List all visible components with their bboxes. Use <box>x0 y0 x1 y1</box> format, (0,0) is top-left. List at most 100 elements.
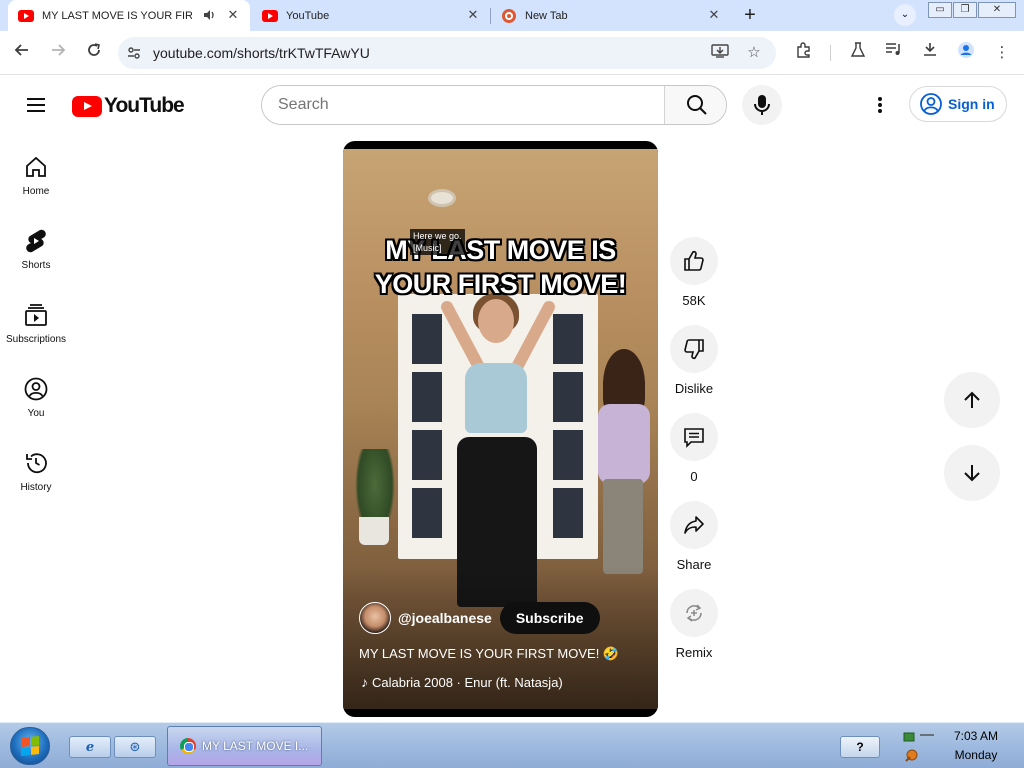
close-tab-icon[interactable]: ✕ <box>466 8 480 22</box>
youtube-logo[interactable]: YouTube <box>72 94 185 118</box>
search-input[interactable] <box>262 86 664 124</box>
close-window-icon[interactable]: ✕ <box>978 2 1016 18</box>
short-video-player[interactable]: MY LAST MOVE IS YOUR FIRST MOVE! Here we… <box>343 141 658 717</box>
tab-youtube[interactable]: YouTube ✕ <box>252 0 490 31</box>
guide-label: Subscriptions <box>5 334 67 345</box>
bookmark-star-icon[interactable]: ☆ <box>744 43 764 63</box>
search-icon <box>686 95 707 115</box>
guide-item-home[interactable]: Home <box>0 150 72 210</box>
settings-more-icon[interactable] <box>868 93 892 117</box>
close-tab-icon[interactable]: ✕ <box>226 8 240 22</box>
like-count: 58K <box>682 293 706 308</box>
tab-search-chevron-icon[interactable]: ⌄ <box>894 4 916 26</box>
sign-in-button[interactable]: Sign in <box>909 86 1007 122</box>
forward-arrow-icon[interactable] <box>46 41 70 65</box>
restore-window-icon[interactable]: ❐ <box>953 2 977 18</box>
music-link[interactable]: ♪ Calabria 2008 · Enur (ft. Natasja) <box>361 674 563 690</box>
comments-button[interactable] <box>670 413 718 461</box>
network-icon[interactable] <box>900 729 940 763</box>
guide-item-subscriptions[interactable]: Subscriptions <box>0 298 72 358</box>
shorts-icon <box>0 228 72 254</box>
channel-avatar[interactable] <box>359 602 391 634</box>
arrow-down-icon <box>964 465 980 482</box>
tab-title: MY LAST MOVE IS YOUR FIRS <box>42 9 192 22</box>
speaker-icon[interactable] <box>202 8 216 25</box>
short-title[interactable]: MY LAST MOVE IS YOUR FIRST MOVE! 🤣 <box>359 646 619 662</box>
dislike-label: Dislike <box>674 381 714 396</box>
guide-label: History <box>20 482 52 493</box>
system-tray <box>900 729 940 763</box>
home-icon <box>0 154 72 180</box>
account-circle-icon <box>920 93 942 115</box>
previous-short-button[interactable] <box>944 372 1000 428</box>
guide-item-history[interactable]: History <box>0 446 72 506</box>
downloads-icon[interactable] <box>918 41 942 65</box>
next-short-button[interactable] <box>944 445 1000 501</box>
remix-action: Remix <box>668 589 720 660</box>
channel-handle[interactable]: @joealbanese <box>398 610 492 626</box>
like-button[interactable] <box>670 237 718 285</box>
dislike-action: Dislike <box>668 325 720 396</box>
profile-icon[interactable] <box>954 41 978 65</box>
remix-label: Remix <box>675 645 713 660</box>
address-bar[interactable]: youtube.com/shorts/trKTwTFAwYU ☆ <box>118 37 776 69</box>
windows-taskbar: e ⊛ MY LAST MOVE I... ? 7:03 AM Monday <box>0 722 1024 768</box>
clock-time: 7:03 AM <box>953 729 999 743</box>
new-tab-icon[interactable]: + <box>738 4 762 26</box>
taskbar-chrome-window[interactable]: MY LAST MOVE I... <box>167 726 322 766</box>
guide-item-shorts[interactable]: Shorts <box>0 224 72 284</box>
taskbar-clock[interactable]: 7:03 AM Monday <box>946 727 1006 765</box>
url-text: youtube.com/shorts/trKTwTFAwYU <box>153 45 370 61</box>
extensions-icon[interactable] <box>792 41 816 65</box>
video-overlay-text: MY LAST MOVE IS YOUR FIRST MOVE! <box>343 233 658 301</box>
metadata-gradient <box>343 567 658 717</box>
background-person <box>593 349 653 579</box>
back-arrow-icon[interactable] <box>10 41 34 65</box>
tab-new-tab[interactable]: New Tab ✕ <box>491 0 731 31</box>
media-controls-icon[interactable] <box>882 41 906 65</box>
overlay-line: YOUR FIRST MOVE! <box>374 269 627 299</box>
youtube-play-icon <box>72 95 102 117</box>
remix-icon <box>686 604 702 622</box>
tab-youtube-short[interactable]: MY LAST MOVE IS YOUR FIRS ✕ <box>8 0 250 31</box>
music-note-icon: ♪ <box>361 674 368 690</box>
search-button[interactable] <box>664 86 726 124</box>
share-button[interactable] <box>670 501 718 549</box>
clock-day: Monday <box>954 748 998 762</box>
comment-icon <box>684 428 704 448</box>
tab-title: YouTube <box>286 9 330 22</box>
history-icon <box>0 450 72 476</box>
share-arrow-icon <box>684 516 704 534</box>
ie-window-icon[interactable]: ⊛ <box>114 736 156 758</box>
remix-button[interactable] <box>670 589 718 637</box>
minimize-window-icon[interactable]: ▭ <box>928 2 952 18</box>
browser-menu-icon[interactable]: ⋮ <box>990 41 1014 65</box>
you-icon <box>0 376 72 402</box>
dislike-button[interactable] <box>670 325 718 373</box>
browser-tab-strip: MY LAST MOVE IS YOUR FIRS ✕ YouTube ✕ Ne… <box>0 0 1024 31</box>
comments-action: 0 <box>668 413 720 484</box>
labs-flask-icon[interactable] <box>846 41 870 65</box>
voice-search-button[interactable] <box>742 85 782 125</box>
windows-logo-icon <box>21 736 39 756</box>
guide-item-you[interactable]: You <box>0 372 72 432</box>
thumbs-down-icon <box>684 339 704 360</box>
closed-caption: Here we go. [Music] <box>410 229 465 255</box>
site-info-icon[interactable] <box>126 45 142 61</box>
music-title: Calabria 2008 · Enur (ft. Natasja) <box>372 674 563 690</box>
guide-label: Home <box>22 186 50 197</box>
search-box <box>261 85 727 125</box>
internet-explorer-icon[interactable]: e <box>69 736 111 758</box>
chrome-icon <box>180 738 196 754</box>
guide-menu-icon[interactable] <box>24 94 48 118</box>
close-tab-icon[interactable]: ✕ <box>707 8 721 22</box>
install-app-icon[interactable] <box>710 43 730 63</box>
share-action: Share <box>668 501 720 572</box>
reload-icon[interactable] <box>82 41 106 65</box>
help-button[interactable]: ? <box>840 736 880 758</box>
start-button[interactable] <box>10 727 50 765</box>
duckduckgo-icon <box>501 8 517 24</box>
subscribe-button[interactable]: Subscribe <box>499 602 600 634</box>
taskbar-window-title: MY LAST MOVE I... <box>202 739 309 753</box>
like-action: 58K <box>668 237 720 308</box>
